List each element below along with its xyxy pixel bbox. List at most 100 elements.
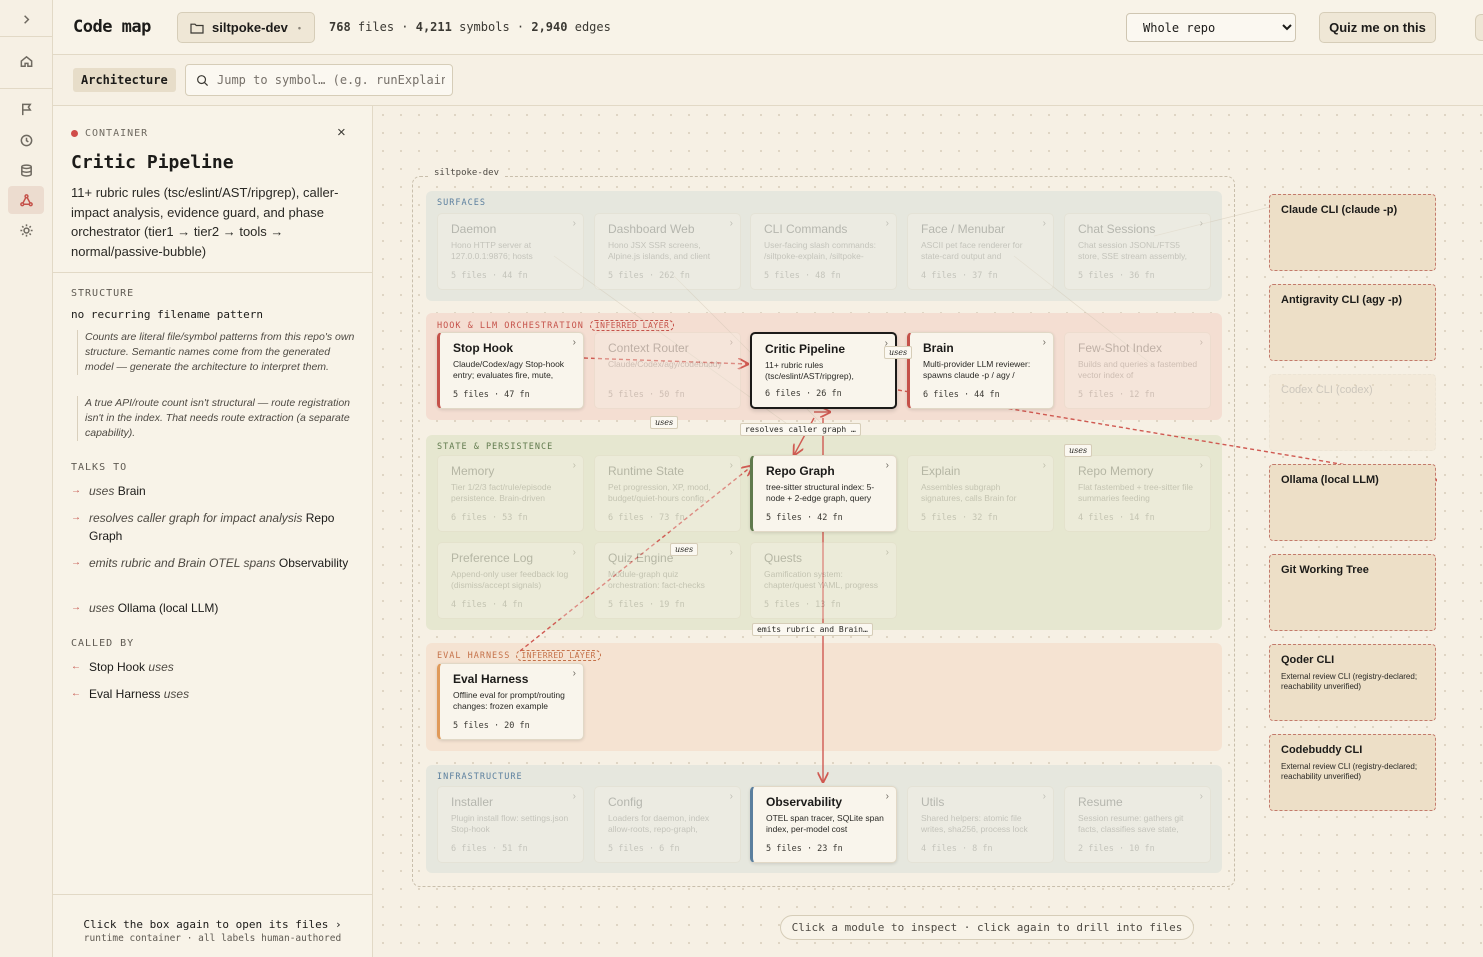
module-description: ASCII pet face renderer for state-card o… (921, 240, 1023, 261)
repo-selector[interactable]: siltpoke-dev • (177, 12, 315, 43)
module-meta: 6 files · 26 fn (765, 389, 842, 399)
node-title: Critic Pipeline (71, 152, 234, 173)
chevron-right-icon: › (1199, 337, 1203, 348)
side-drawer-toggle[interactable] (1475, 14, 1483, 41)
module-box-quests[interactable]: › Quests Gamification system: chapter/ques… (750, 542, 897, 619)
module-meta: 4 files · 37 fn (921, 271, 998, 281)
module-description: Multi-provider LLM reviewer: spawns clau… (923, 359, 1031, 380)
search-icon (197, 74, 209, 86)
talks-to-item[interactable]: → resolves caller graph for impact analys… (71, 509, 361, 545)
module-box-explain[interactable]: › Explain Assembles subgraph signatures, c… (907, 455, 1054, 532)
module-meta: 4 files · 14 fn (1078, 513, 1155, 523)
module-description: Shared helpers: atomic file writes, sha2… (921, 813, 1028, 834)
module-title: Face / Menubar (921, 222, 1006, 236)
scope-select[interactable]: Whole repo (1126, 13, 1296, 42)
module-description: Assembles subgraph signatures, calls Bra… (921, 482, 1017, 503)
external-title: Git Working Tree (1281, 564, 1369, 576)
canvas-hint: Click a module to inspect · click again … (780, 915, 1194, 940)
called-by-item[interactable]: ← Stop Hook uses (71, 658, 361, 676)
tab-architecture[interactable]: Architecture (73, 68, 176, 92)
module-meta: 6 files · 53 fn (451, 513, 528, 523)
module-box-resume[interactable]: › Resume Session resume: gathers git facts… (1064, 786, 1211, 863)
module-title: Quests (764, 551, 803, 565)
expand-icon[interactable] (8, 5, 44, 33)
module-meta: 2 files · 10 fn (1078, 844, 1155, 854)
module-box-utils[interactable]: › Utils Shared helpers: atomic file writes… (907, 786, 1054, 863)
quiz-button[interactable]: Quiz me on this (1319, 12, 1436, 43)
module-title: Observability (766, 795, 843, 809)
module-description: Pet progression, XP, mood, budget/quiet-… (608, 482, 711, 503)
external-title: Qoder CLI (1281, 654, 1335, 666)
module-box-dashboard-web[interactable]: › Dashboard Web Hono JSX SSR screens, Alpi… (594, 213, 741, 290)
open-files-hint[interactable]: Click the box again to open its files › (53, 918, 372, 931)
module-box-repo-graph[interactable]: › Repo Graph tree-sitter structural index:… (750, 455, 897, 532)
node-kind: CONTAINER (71, 128, 148, 139)
module-box-installer[interactable]: › Installer Plugin install flow: settings.… (437, 786, 584, 863)
module-box-config[interactable]: › Config Loaders for daemon, index allow-r… (594, 786, 741, 863)
external-title: Codebuddy CLI (1281, 744, 1363, 756)
external-system-claude-cli-claude-p[interactable]: Claude CLI (claude -p) (1269, 194, 1436, 271)
module-description: Tier 1/2/3 fact/rule/episode persistence… (451, 482, 552, 503)
external-system-qoder-cli[interactable]: Qoder CLI External review CLI (registry-d… (1269, 644, 1436, 721)
module-description: Loaders for daemon, index allow-roots, r… (608, 813, 710, 834)
sub-bar: Architecture (53, 55, 1483, 106)
talks-to-item[interactable]: → uses Brain (71, 482, 361, 500)
external-system-git-working-tree[interactable]: Git Working Tree (1269, 554, 1436, 631)
module-description: Claude/Codex/agy Stop-hook entry; evalua… (453, 359, 565, 380)
module-box-runtime-state[interactable]: › Runtime State Pet progression, XP, mood,… (594, 455, 741, 532)
module-title: Few-Shot Index (1078, 341, 1163, 355)
chevron-right-icon: › (885, 547, 889, 558)
module-box-chat-sessions[interactable]: › Chat Sessions Chat session JSONL/FTS5 st… (1064, 213, 1211, 290)
module-box-stop-hook[interactable]: › Stop Hook Claude/Codex/agy Stop-hook ent… (437, 332, 584, 409)
module-box-preference-log[interactable]: › Preference Log Append-only user feedback… (437, 542, 584, 619)
external-title: Antigravity CLI (agy -p) (1281, 294, 1403, 306)
module-meta: 5 files · 42 fn (766, 513, 843, 523)
external-system-codex-cli-codex[interactable]: Codex CLI (codex) (1269, 374, 1436, 451)
database-icon[interactable] (8, 156, 44, 184)
module-box-memory[interactable]: › Memory Tier 1/2/3 fact/rule/episode pers… (437, 455, 584, 532)
module-description: Session resume: gathers git facts, class… (1078, 813, 1184, 834)
called-by-item[interactable]: ← Eval Harness uses (71, 685, 361, 703)
home-icon[interactable] (8, 47, 44, 75)
module-box-eval-harness[interactable]: › Eval Harness Offline eval for prompt/rou… (437, 663, 584, 740)
module-meta: 5 files · 48 fn (764, 271, 841, 281)
module-box-critic-pipeline[interactable]: › Critic Pipeline 11+ rubric rules (tsc/es… (750, 332, 897, 409)
talks-to-item[interactable]: → uses Ollama (local LLM) (71, 599, 361, 617)
module-box-daemon[interactable]: › Daemon Hono HTTP server at 127.0.0.1:987… (437, 213, 584, 290)
symbol-search[interactable] (185, 64, 453, 96)
module-title: Eval Harness (453, 672, 529, 686)
flag-icon[interactable] (8, 95, 44, 123)
chevron-right-icon: › (572, 791, 576, 802)
module-title: Quiz Engine (608, 551, 674, 565)
arrow-right-icon: → (71, 485, 81, 496)
module-title: Repo Memory (1078, 464, 1154, 478)
top-bar: Code map siltpoke-dev • 768 files · 4,21… (53, 0, 1483, 55)
external-title: Ollama (local LLM) (1281, 474, 1379, 486)
chevron-right-icon: › (729, 547, 733, 558)
close-icon[interactable]: × (337, 124, 346, 141)
external-system-ollama-local-llm[interactable]: Ollama (local LLM) (1269, 464, 1436, 541)
module-box-quiz-engine[interactable]: › Quiz Engine Module-graph quiz orchestrat… (594, 542, 741, 619)
external-system-antigravity-cli-agy-p[interactable]: Antigravity CLI (agy -p) (1269, 284, 1436, 361)
inspector-panel: CONTAINER × Critic Pipeline 11+ rubric r… (53, 106, 373, 957)
module-box-few-shot-index[interactable]: › Few-Shot Index Builds and queries a fast… (1064, 332, 1211, 409)
module-box-context-router[interactable]: › Context Router Claude/Codex/agy/codebudd… (594, 332, 741, 409)
search-input[interactable] (217, 73, 445, 87)
module-box-brain[interactable]: › Brain Multi-provider LLM reviewer: spawn… (907, 332, 1054, 409)
module-title: Critic Pipeline (765, 342, 846, 356)
module-box-face-menubar[interactable]: › Face / Menubar ASCII pet face renderer f… (907, 213, 1054, 290)
chevron-right-icon: › (885, 460, 889, 471)
module-box-observability[interactable]: › Observability OTEL span tracer, SQLite s… (750, 786, 897, 863)
clock-icon[interactable] (8, 126, 44, 154)
graph-canvas[interactable]: siltpoke-dev SURFACES HOOK & LLM ORCHEST… (374, 106, 1483, 957)
talks-to-item[interactable]: → emits rubric and Brain OTEL spans Obser… (71, 554, 361, 572)
module-description: 11+ rubric rules (tsc/eslint/AST/ripgrep… (765, 360, 854, 381)
module-box-repo-memory[interactable]: › Repo Memory Flat fastembed + tree-sitter… (1064, 455, 1211, 532)
module-box-cli-commands[interactable]: › CLI Commands User-facing slash commands:… (750, 213, 897, 290)
arrow-right-icon: → (71, 512, 81, 523)
sun-icon[interactable] (8, 216, 44, 244)
module-meta: 5 files · 36 fn (1078, 271, 1155, 281)
graph-icon[interactable] (8, 186, 44, 214)
external-system-codebuddy-cli[interactable]: Codebuddy CLI External review CLI (regist… (1269, 734, 1436, 811)
module-title: Config (608, 795, 643, 809)
